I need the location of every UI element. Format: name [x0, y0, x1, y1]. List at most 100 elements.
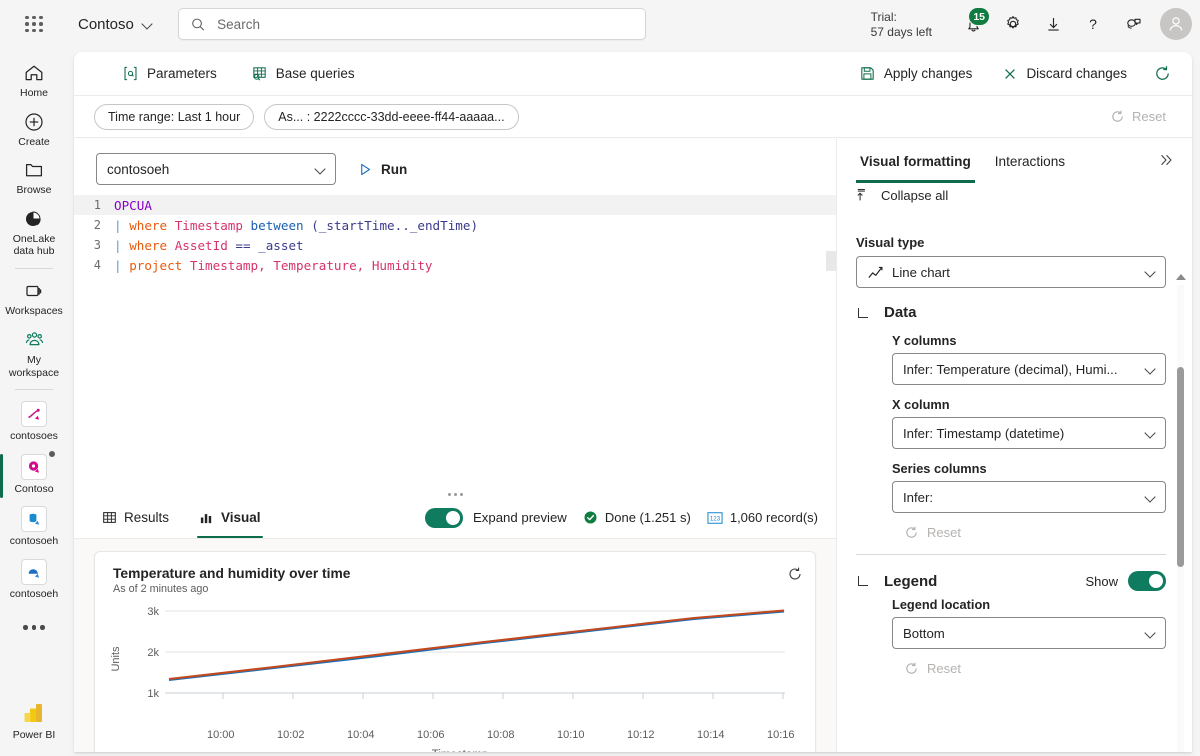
- kql-code-editor[interactable]: 1 OPCUA 2 | where Timestamp between (_st…: [74, 195, 836, 497]
- sidebar-item-create[interactable]: Create: [1, 105, 67, 154]
- query-editor-pane: contosoeh Run 1 OPCUA 2 | where Timestam…: [74, 139, 837, 497]
- panel-body: Visual type Line chart Data Y columns In…: [838, 227, 1192, 752]
- search-input[interactable]: [215, 15, 633, 33]
- feedback-button[interactable]: [1114, 5, 1152, 43]
- x-column-label: X column: [892, 397, 950, 412]
- sidebar-item-contosoeh-database[interactable]: contosoeh: [1, 500, 67, 553]
- chart-title: Temperature and humidity over time: [113, 566, 351, 581]
- sidebar-item-onelake-data-hub[interactable]: OneLake data hub: [1, 202, 67, 263]
- base-queries-button[interactable]: Base queries: [241, 59, 365, 89]
- legend-location-select[interactable]: Bottom: [892, 617, 1166, 649]
- sidebar-more-button[interactable]: [1, 619, 67, 635]
- code-line[interactable]: 1 OPCUA: [74, 195, 836, 215]
- chart-card: Temperature and humidity over time As of…: [94, 551, 816, 752]
- code-token-columns: Timestamp, Temperature, Humidity: [189, 257, 433, 273]
- chevron-down-icon: [1145, 492, 1155, 502]
- x-axis-label: Timestamp: [107, 749, 797, 752]
- panel-scrollbar[interactable]: [1175, 271, 1186, 752]
- code-line[interactable]: 3 | where AssetId == _asset: [74, 235, 836, 255]
- x-tick: 10:02: [277, 729, 305, 741]
- results-status-group: Expand preview Done (1.251 s) 123 1,060 …: [425, 507, 818, 528]
- onelake-icon: [26, 210, 41, 226]
- data-group-header[interactable]: Data: [856, 304, 1166, 321]
- sidebar-item-label: Browse: [16, 184, 52, 196]
- sidebar-item-label: contosoeh: [9, 587, 59, 600]
- top-header: Contoso Trial: 57 days left 15: [0, 0, 1200, 48]
- x-tick: 10:04: [347, 729, 375, 741]
- code-token-where: where: [129, 237, 168, 253]
- asset-filter-pill[interactable]: As... : 2222cccc-33dd-eeee-ff44-aaaaa...: [264, 103, 519, 130]
- code-token-project: project: [129, 257, 183, 273]
- notifications-button[interactable]: 15: [954, 5, 992, 43]
- expand-preview-toggle[interactable]: [425, 507, 463, 528]
- kql-database-icon: [21, 506, 47, 532]
- parameters-button[interactable]: Parameters: [112, 59, 227, 89]
- refresh-button[interactable]: [1145, 59, 1180, 89]
- legend-reset-button[interactable]: Reset: [904, 661, 1166, 676]
- help-button[interactable]: ?: [1074, 5, 1112, 43]
- sidebar-item-home[interactable]: Home: [1, 56, 67, 105]
- tab-interactions[interactable]: Interactions: [985, 140, 1075, 183]
- plus-circle-icon: [25, 112, 43, 131]
- code-token-pipe: |: [114, 217, 122, 233]
- tenant-switcher[interactable]: Contoso: [70, 11, 160, 38]
- code-token-pipe: |: [114, 237, 122, 253]
- sidebar-item-power-bi[interactable]: Power BI: [1, 694, 67, 747]
- x-column-select[interactable]: Infer: Timestamp (datetime): [892, 417, 1166, 449]
- tab-visual-formatting[interactable]: Visual formatting: [850, 140, 981, 183]
- search-box[interactable]: [178, 8, 646, 40]
- time-range-pill[interactable]: Time range: Last 1 hour: [94, 103, 255, 130]
- code-line[interactable]: 4 | project Timestamp, Temperature, Humi…: [74, 255, 836, 275]
- tab-visual[interactable]: Visual: [189, 497, 271, 538]
- line-chart-icon: [868, 266, 883, 278]
- download-button[interactable]: [1034, 5, 1072, 43]
- sidebar-item-contosoes[interactable]: contosoes: [1, 395, 67, 448]
- collapse-all-button[interactable]: Collapse all: [838, 183, 1192, 213]
- more-dots-icon: [23, 625, 45, 630]
- sidebar-item-label: Create: [18, 135, 50, 148]
- data-reset-label: Reset: [927, 525, 961, 540]
- sidebar-item-contoso-eventhouse[interactable]: Contoso: [0, 448, 67, 501]
- scroll-up-arrow[interactable]: [1175, 271, 1186, 282]
- scrollbar-thumb[interactable]: [1177, 367, 1184, 567]
- run-label: Run: [381, 161, 408, 177]
- visual-type-select[interactable]: Line chart: [856, 256, 1166, 288]
- avatar[interactable]: [1160, 8, 1192, 40]
- series-columns-select[interactable]: Infer:: [892, 481, 1166, 513]
- apply-changes-button[interactable]: Apply changes: [849, 59, 983, 89]
- discard-changes-button[interactable]: Discard changes: [992, 59, 1137, 89]
- sidebar-item-workspaces[interactable]: Workspaces: [1, 274, 67, 323]
- query-status-label: Done (1.251 s): [604, 510, 691, 525]
- chevron-down-icon: [1145, 628, 1155, 638]
- sidebar-item-browse[interactable]: Browse: [1, 153, 67, 202]
- chart-refresh-button[interactable]: [787, 566, 803, 585]
- code-token-where: where: [129, 217, 168, 233]
- workspaces-icon: [26, 285, 42, 296]
- code-token-pipe: |: [114, 257, 122, 273]
- expand-preview-label: Expand preview: [473, 510, 567, 525]
- x-tick: 10:10: [557, 729, 585, 741]
- editor-scrollbar[interactable]: [826, 251, 836, 271]
- legend-group-header[interactable]: Legend Show: [856, 571, 1166, 591]
- code-line[interactable]: 2 | where Timestamp between (_startTime.…: [74, 215, 836, 235]
- search-icon: [192, 18, 205, 31]
- database-selector[interactable]: contosoeh: [96, 153, 336, 185]
- tab-results[interactable]: Results: [92, 497, 179, 538]
- y-columns-select[interactable]: Infer: Temperature (decimal), Humi...: [892, 353, 1166, 385]
- settings-button[interactable]: [994, 5, 1032, 43]
- at-bracket-icon: [124, 66, 137, 81]
- filters-reset-label: Reset: [1132, 109, 1166, 124]
- panel-expand-button[interactable]: [1158, 152, 1180, 171]
- filters-reset-button[interactable]: Reset: [1110, 109, 1172, 124]
- line-number: 2: [93, 218, 101, 232]
- sidebar-item-my-workspace[interactable]: My workspace: [1, 322, 67, 384]
- sidebar-item-contosoeh-queryset[interactable]: contosoeh: [1, 553, 67, 606]
- legend-show-toggle[interactable]: [1128, 571, 1166, 591]
- data-reset-button[interactable]: Reset: [904, 525, 1166, 540]
- grid-table-icon: [253, 67, 266, 81]
- app-launcher-icon[interactable]: [14, 4, 54, 44]
- run-query-button[interactable]: Run: [350, 158, 415, 181]
- status-dot: [49, 450, 55, 457]
